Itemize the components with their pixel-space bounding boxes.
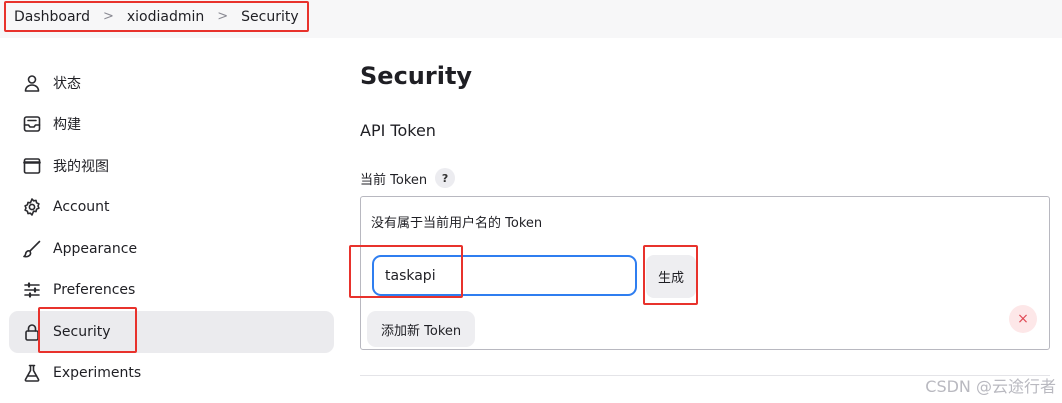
sidebar-item-label: Experiments bbox=[53, 365, 142, 382]
watermark: CSDN @云途行者 bbox=[925, 377, 1056, 396]
close-icon[interactable]: × bbox=[1009, 305, 1037, 333]
breadcrumb-security[interactable]: Security bbox=[241, 9, 299, 25]
field-label: 当前 Token ? bbox=[360, 168, 456, 188]
gear-icon bbox=[22, 197, 42, 217]
sidebar-item-status[interactable]: 状态 bbox=[9, 62, 334, 104]
page-title: Security bbox=[360, 62, 473, 90]
annotation-highlight bbox=[38, 307, 137, 353]
sidebar-item-label: 状态 bbox=[53, 75, 81, 92]
breadcrumb-separator: > bbox=[217, 9, 229, 24]
sidebar-item-preferences[interactable]: Preferences bbox=[9, 270, 334, 312]
sidebar-item-security[interactable]: Security bbox=[9, 307, 334, 353]
breadcrumb-user[interactable]: xiodiadmin bbox=[127, 9, 204, 25]
sidebar-item-experiments[interactable]: Experiments bbox=[9, 353, 334, 395]
breadcrumb-separator: > bbox=[102, 9, 114, 24]
breadcrumb-dashboard[interactable]: Dashboard bbox=[14, 9, 90, 25]
generate-button[interactable]: 生成 bbox=[646, 255, 696, 298]
inbox-icon bbox=[22, 114, 42, 134]
main-content: Security API Token 当前 Token ? 没有属于当前用户名的… bbox=[349, 62, 1050, 376]
sidebar-item-label: Preferences bbox=[53, 282, 136, 299]
user-icon bbox=[22, 73, 42, 93]
sidebar-item-label: Account bbox=[53, 199, 110, 216]
sidebar: 状态 构建 我的视图 Account Appearance Preference… bbox=[9, 62, 334, 394]
window-icon bbox=[22, 156, 42, 176]
brush-icon bbox=[22, 239, 42, 259]
flask-icon bbox=[22, 363, 42, 383]
sidebar-item-my-views[interactable]: 我的视图 bbox=[9, 145, 334, 187]
section-title: API Token bbox=[360, 121, 436, 140]
token-name-input[interactable] bbox=[372, 255, 637, 296]
no-token-message: 没有属于当前用户名的 Token bbox=[371, 216, 543, 231]
sidebar-item-account[interactable]: Account bbox=[9, 187, 334, 229]
help-button[interactable]: ? bbox=[435, 168, 456, 188]
breadcrumb-bar: Dashboard > xiodiadmin > Security bbox=[0, 0, 1062, 38]
sidebar-item-label: 我的视图 bbox=[53, 158, 109, 175]
sidebar-item-label: Appearance bbox=[53, 240, 138, 257]
sidebar-item-builds[interactable]: 构建 bbox=[9, 104, 334, 146]
breadcrumb: Dashboard > xiodiadmin > Security bbox=[4, 1, 309, 32]
sidebar-item-appearance[interactable]: Appearance bbox=[9, 228, 334, 270]
field-label-text: 当前 Token bbox=[360, 172, 428, 188]
token-panel: 没有属于当前用户名的 Token 生成 × 添加新 Token bbox=[349, 196, 1050, 350]
add-token-button[interactable]: 添加新 Token bbox=[367, 311, 476, 347]
sliders-icon bbox=[22, 280, 42, 300]
sidebar-item-label: 构建 bbox=[53, 117, 81, 134]
